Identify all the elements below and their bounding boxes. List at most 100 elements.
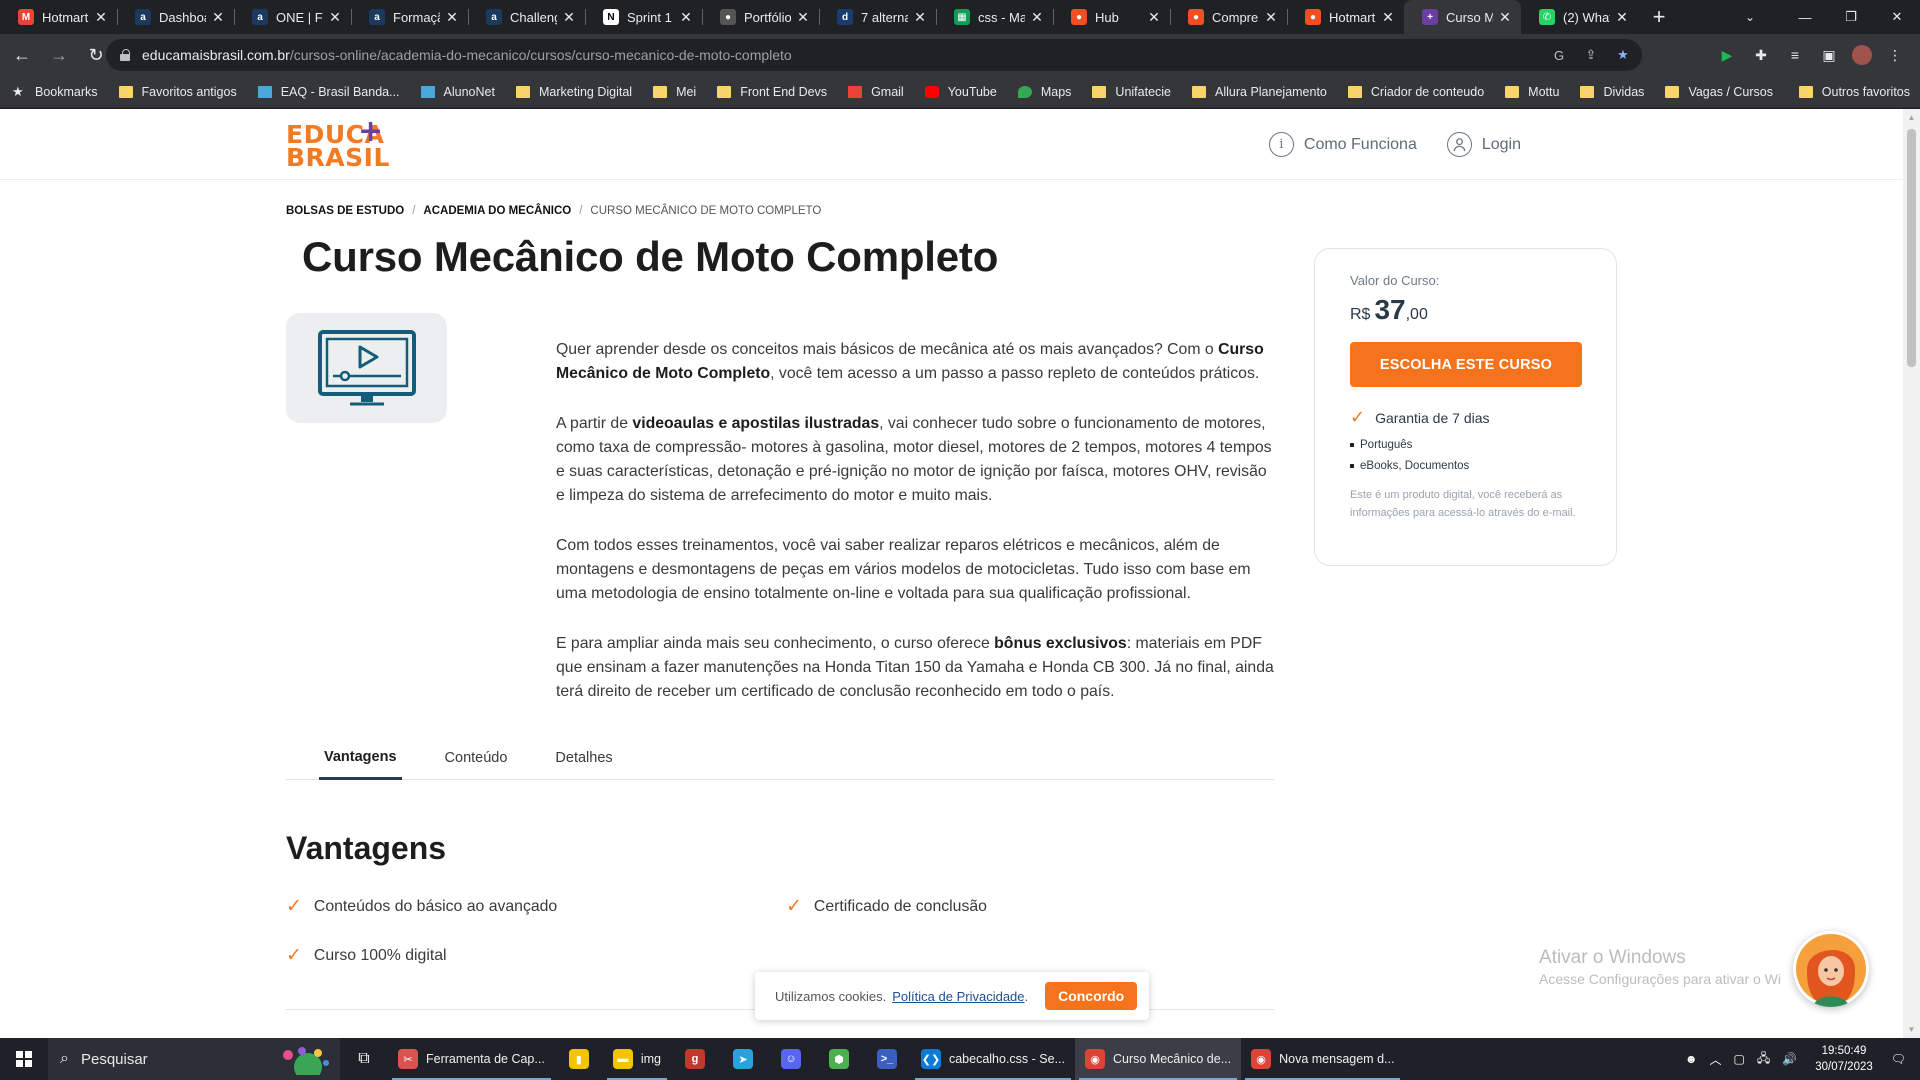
browser-tab[interactable]: a Challenge✕ — [468, 0, 585, 34]
breadcrumb-scholarships[interactable]: BOLSAS DE ESTUDO — [286, 205, 404, 217]
close-tab-icon[interactable]: ✕ — [1380, 9, 1396, 26]
bookmark-item[interactable]: Dividas — [1580, 85, 1644, 99]
notifications-icon[interactable]: 🗨 — [1891, 1052, 1906, 1066]
browser-tab[interactable]: ● Hub ✕ — [1053, 0, 1170, 34]
taskbar-app[interactable]: g — [671, 1038, 719, 1080]
browser-tab[interactable]: a Dashboar✕ — [117, 0, 234, 34]
close-tab-icon[interactable]: ✕ — [1614, 9, 1630, 26]
address-bar[interactable]: educamaisbrasil.com.br/cursos-online/aca… — [106, 39, 1642, 71]
start-button[interactable] — [0, 1038, 48, 1080]
login-link[interactable]: Login — [1446, 132, 1521, 157]
reading-list-icon[interactable]: ≡ — [1784, 44, 1806, 66]
browser-tab[interactable]: d 7 alternat✕ — [819, 0, 936, 34]
bookmark-item[interactable]: Maps — [1017, 85, 1071, 99]
other-bookmarks-folder[interactable]: Outros favoritos — [1798, 76, 1910, 108]
new-tab-icon[interactable]: + — [1642, 0, 1676, 34]
google-lens-icon[interactable]: G — [1550, 46, 1568, 64]
close-tab-icon[interactable]: ✕ — [444, 9, 460, 26]
tab-vantagens[interactable]: Vantagens — [319, 736, 402, 780]
taskbar-app[interactable]: ❮❯ cabecalho.css - Se... — [911, 1038, 1075, 1080]
profile-avatar-icon[interactable] — [1852, 45, 1872, 65]
close-tab-icon[interactable]: ✕ — [210, 9, 226, 26]
network-icon[interactable]: 🖧 — [1757, 1049, 1770, 1070]
side-panel-icon[interactable]: ▣ — [1818, 44, 1840, 66]
close-tab-icon[interactable]: ✕ — [1497, 9, 1513, 26]
chat-assistant-avatar[interactable] — [1793, 931, 1869, 1007]
tray-chevron-icon[interactable]: ︿ — [1710, 1051, 1722, 1068]
meet-icon[interactable]: ▢ — [1734, 1052, 1745, 1066]
scroll-down-icon[interactable]: ▼ — [1903, 1021, 1920, 1038]
taskbar-app[interactable]: ☺ — [767, 1038, 815, 1080]
taskbar-app[interactable]: ✂ Ferramenta de Cap... — [388, 1038, 555, 1080]
close-tab-icon[interactable]: ✕ — [1146, 9, 1162, 26]
bookmark-item[interactable]: AlunoNet — [420, 85, 495, 99]
bookmark-item[interactable]: Unifatecie — [1092, 85, 1171, 99]
choose-course-button[interactable]: ESCOLHA ESTE CURSO — [1350, 342, 1582, 387]
lock-icon[interactable] — [120, 49, 130, 61]
close-window-icon[interactable]: ✕ — [1874, 0, 1920, 34]
taskbar-app[interactable]: ▬ img — [603, 1038, 671, 1080]
scroll-thumb[interactable] — [1907, 129, 1916, 367]
close-tab-icon[interactable]: ✕ — [327, 9, 343, 26]
taskbar-app[interactable]: ▮ — [555, 1038, 603, 1080]
close-tab-icon[interactable]: ✕ — [1029, 9, 1045, 26]
browser-tab[interactable]: ● Portfólio ✕ — [702, 0, 819, 34]
taskbar-app[interactable]: ⬢ — [815, 1038, 863, 1080]
minimize-icon[interactable]: — — [1782, 0, 1828, 34]
close-tab-icon[interactable]: ✕ — [912, 9, 928, 26]
educa-brasil-logo[interactable]: EDUCA + BRASIL — [286, 117, 396, 171]
taskbar-search[interactable]: ⌕ Pesquisar — [48, 1038, 340, 1080]
close-tab-icon[interactable]: ✕ — [1263, 9, 1279, 26]
close-tab-icon[interactable]: ✕ — [678, 9, 694, 26]
bookmark-item[interactable]: Vagas / Cursos — [1665, 85, 1773, 99]
menu-kebab-icon[interactable]: ⋮ — [1884, 44, 1906, 66]
close-tab-icon[interactable]: ✕ — [93, 9, 109, 26]
bookmark-item[interactable]: EAQ - Brasil Banda... — [257, 85, 400, 99]
extensions-puzzle-icon[interactable]: ✚ — [1750, 44, 1772, 66]
browser-tab[interactable]: ● Comprei ✕ — [1170, 0, 1287, 34]
tab-search-icon[interactable]: ⌄ — [1730, 0, 1770, 34]
extension-play-icon[interactable]: ▶ — [1716, 44, 1738, 66]
bookmark-item[interactable]: Allura Planejamento — [1192, 85, 1327, 99]
page-scrollbar[interactable]: ▲ ▼ — [1903, 109, 1920, 1038]
bookmark-item[interactable]: ★ Bookmarks — [12, 85, 98, 99]
browser-tab[interactable]: M Hotmart |✕ — [0, 0, 117, 34]
scroll-up-icon[interactable]: ▲ — [1903, 109, 1920, 126]
forward-icon[interactable]: → — [44, 40, 74, 70]
taskbar-app[interactable]: ◉ Nova mensagem d... — [1241, 1038, 1404, 1080]
breadcrumb-academy[interactable]: ACADEMIA DO MECÂNICO — [423, 205, 571, 217]
bookmark-star-icon[interactable]: ★ — [1614, 46, 1632, 64]
bookmark-item[interactable]: Mottu — [1505, 85, 1559, 99]
bookmark-item[interactable]: Front End Devs — [717, 85, 827, 99]
people-icon[interactable]: ☻ — [1685, 1052, 1698, 1066]
bookmark-item[interactable]: Favoritos antigos — [118, 85, 237, 99]
taskbar-app[interactable]: ➤ — [719, 1038, 767, 1080]
bookmark-item[interactable]: Gmail — [848, 85, 904, 99]
browser-tab[interactable]: a ONE | Fas✕ — [234, 0, 351, 34]
cookie-accept-button[interactable]: Concordo — [1045, 982, 1138, 1010]
url-text[interactable]: educamaisbrasil.com.br/cursos-online/aca… — [142, 47, 792, 63]
task-view-icon[interactable]: ⧉ — [340, 1038, 388, 1080]
how-it-works-link[interactable]: i Como Funciona — [1268, 132, 1417, 157]
bookmark-item[interactable]: Marketing Digital — [515, 85, 632, 99]
close-tab-icon[interactable]: ✕ — [561, 9, 577, 26]
browser-tab[interactable]: + Curso Me✕ — [1404, 0, 1521, 34]
bookmark-item[interactable]: YouTube — [924, 85, 997, 99]
tab-detalhes[interactable]: Detalhes — [550, 736, 617, 780]
bookmark-item[interactable]: Mei — [653, 85, 696, 99]
browser-tab[interactable]: ✆ (2) Whats✕ — [1521, 0, 1638, 34]
restore-icon[interactable]: ❐ — [1828, 0, 1874, 34]
volume-icon[interactable]: 🔊 — [1782, 1052, 1797, 1066]
close-tab-icon[interactable]: ✕ — [795, 9, 811, 26]
clock[interactable]: 19:50:49 30/07/2023 — [1815, 1043, 1873, 1075]
browser-tab[interactable]: ● Hotmart F✕ — [1287, 0, 1404, 34]
share-icon[interactable]: ⇪ — [1582, 46, 1600, 64]
taskbar-app[interactable]: ◉ Curso Mecânico de... — [1075, 1038, 1242, 1080]
browser-tab[interactable]: ▦ css - Man✕ — [936, 0, 1053, 34]
privacy-policy-link[interactable]: Política de Privacidade — [892, 989, 1024, 1004]
browser-tab[interactable]: N Sprint 1 | ✕ — [585, 0, 702, 34]
back-icon[interactable]: ← — [7, 40, 37, 70]
browser-tab[interactable]: a Formação✕ — [351, 0, 468, 34]
taskbar-app[interactable]: >_ — [863, 1038, 911, 1080]
bookmark-item[interactable]: Criador de conteudo — [1347, 85, 1484, 99]
